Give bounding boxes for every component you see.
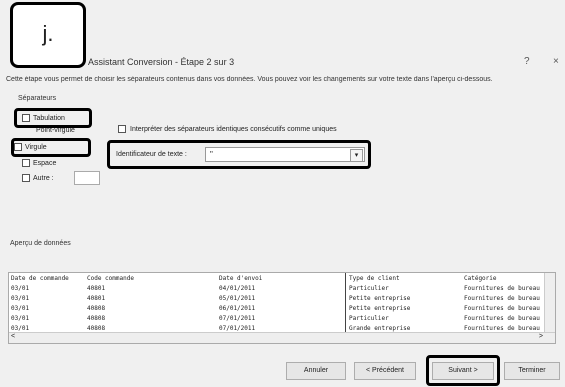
help-button[interactable]: ? — [524, 56, 530, 67]
other-checkbox[interactable] — [22, 174, 30, 182]
separator-semicolon-option[interactable]: Point-virgule — [36, 127, 75, 134]
separator-other-option[interactable]: Autre : — [22, 174, 54, 182]
preview-cell: 04/01/2011 — [219, 285, 256, 292]
semicolon-label: Point-virgule — [36, 127, 75, 134]
preview-cell: Petite entreprise — [349, 305, 411, 312]
preview-cell: Fournitures de bureau — [464, 285, 540, 292]
preview-cell: 03/01 — [11, 325, 30, 332]
preview-cell: 06/01/2011 — [219, 305, 256, 312]
preview-cell: Catégorie — [464, 275, 497, 282]
highlight-qualifier — [107, 140, 371, 169]
preview-cell: 07/01/2011 — [219, 325, 256, 332]
instruction-text: Cette étape vous permet de choisir les s… — [6, 76, 493, 83]
preview-cell: 03/01 — [11, 305, 30, 312]
column-divider[interactable] — [345, 273, 346, 335]
previous-button[interactable]: < Précédent — [354, 362, 416, 380]
other-label: Autre : — [33, 174, 54, 182]
preview-cell: Fournitures de bureau — [464, 295, 540, 302]
preview-cell: 40801 — [87, 285, 106, 292]
preview-horizontal-scrollbar[interactable]: < > — [9, 332, 555, 343]
preview-cell: 07/01/2011 — [219, 315, 256, 322]
preview-cell: 40808 — [87, 315, 106, 322]
preview-cell: 03/01 — [11, 285, 30, 292]
space-label: Espace — [33, 159, 57, 167]
preview-label: Aperçu de données — [10, 240, 71, 247]
preview-cell: Fournitures de bureau — [464, 305, 540, 312]
preview-cell: Particulier — [349, 315, 389, 322]
preview-cell: Code commande — [87, 275, 134, 282]
consecutive-checkbox[interactable] — [118, 125, 126, 133]
scroll-right-icon[interactable]: > — [539, 333, 543, 340]
preview-cell: Particulier — [349, 285, 389, 292]
consecutive-option[interactable]: Interpréter des séparateurs identiques c… — [118, 125, 337, 133]
separators-group-title: Séparateurs — [18, 95, 57, 102]
dialog-title: Assistant Conversion - Étape 2 sur 3 — [88, 57, 235, 67]
cancel-button[interactable]: Annuler — [286, 362, 346, 380]
preview-cell: 40801 — [87, 295, 106, 302]
preview-cell: Date d'envoi — [219, 275, 263, 282]
annotation-label: j. — [10, 2, 86, 68]
preview-cell: 03/01 — [11, 295, 30, 302]
preview-cell: Grande entreprise — [349, 325, 411, 332]
close-button[interactable]: × — [553, 56, 559, 67]
preview-cell: Fournitures de bureau — [464, 325, 540, 332]
preview-cell: Type de client — [349, 275, 400, 282]
scroll-left-icon[interactable]: < — [11, 333, 15, 340]
preview-cell: 05/01/2011 — [219, 295, 256, 302]
preview-vertical-scrollbar[interactable] — [544, 273, 555, 335]
preview-cell: 03/01 — [11, 315, 30, 322]
consecutive-label: Interpréter des séparateurs identiques c… — [130, 125, 337, 133]
highlight-next — [426, 355, 500, 386]
preview-cell: Date de commande — [11, 275, 69, 282]
preview-cell: Petite entreprise — [349, 295, 411, 302]
preview-cell: 40808 — [87, 325, 106, 332]
finish-button[interactable]: Terminer — [504, 362, 560, 380]
highlight-tab — [14, 108, 92, 128]
preview-cell: 40808 — [87, 305, 106, 312]
other-separator-input[interactable] — [74, 171, 100, 185]
highlight-comma — [11, 138, 91, 157]
preview-cell: Fournitures de bureau — [464, 315, 540, 322]
data-preview[interactable]: Date de commande Code commande Date d'en… — [8, 272, 556, 344]
separator-space-option[interactable]: Espace — [22, 159, 56, 167]
space-checkbox[interactable] — [22, 159, 30, 167]
